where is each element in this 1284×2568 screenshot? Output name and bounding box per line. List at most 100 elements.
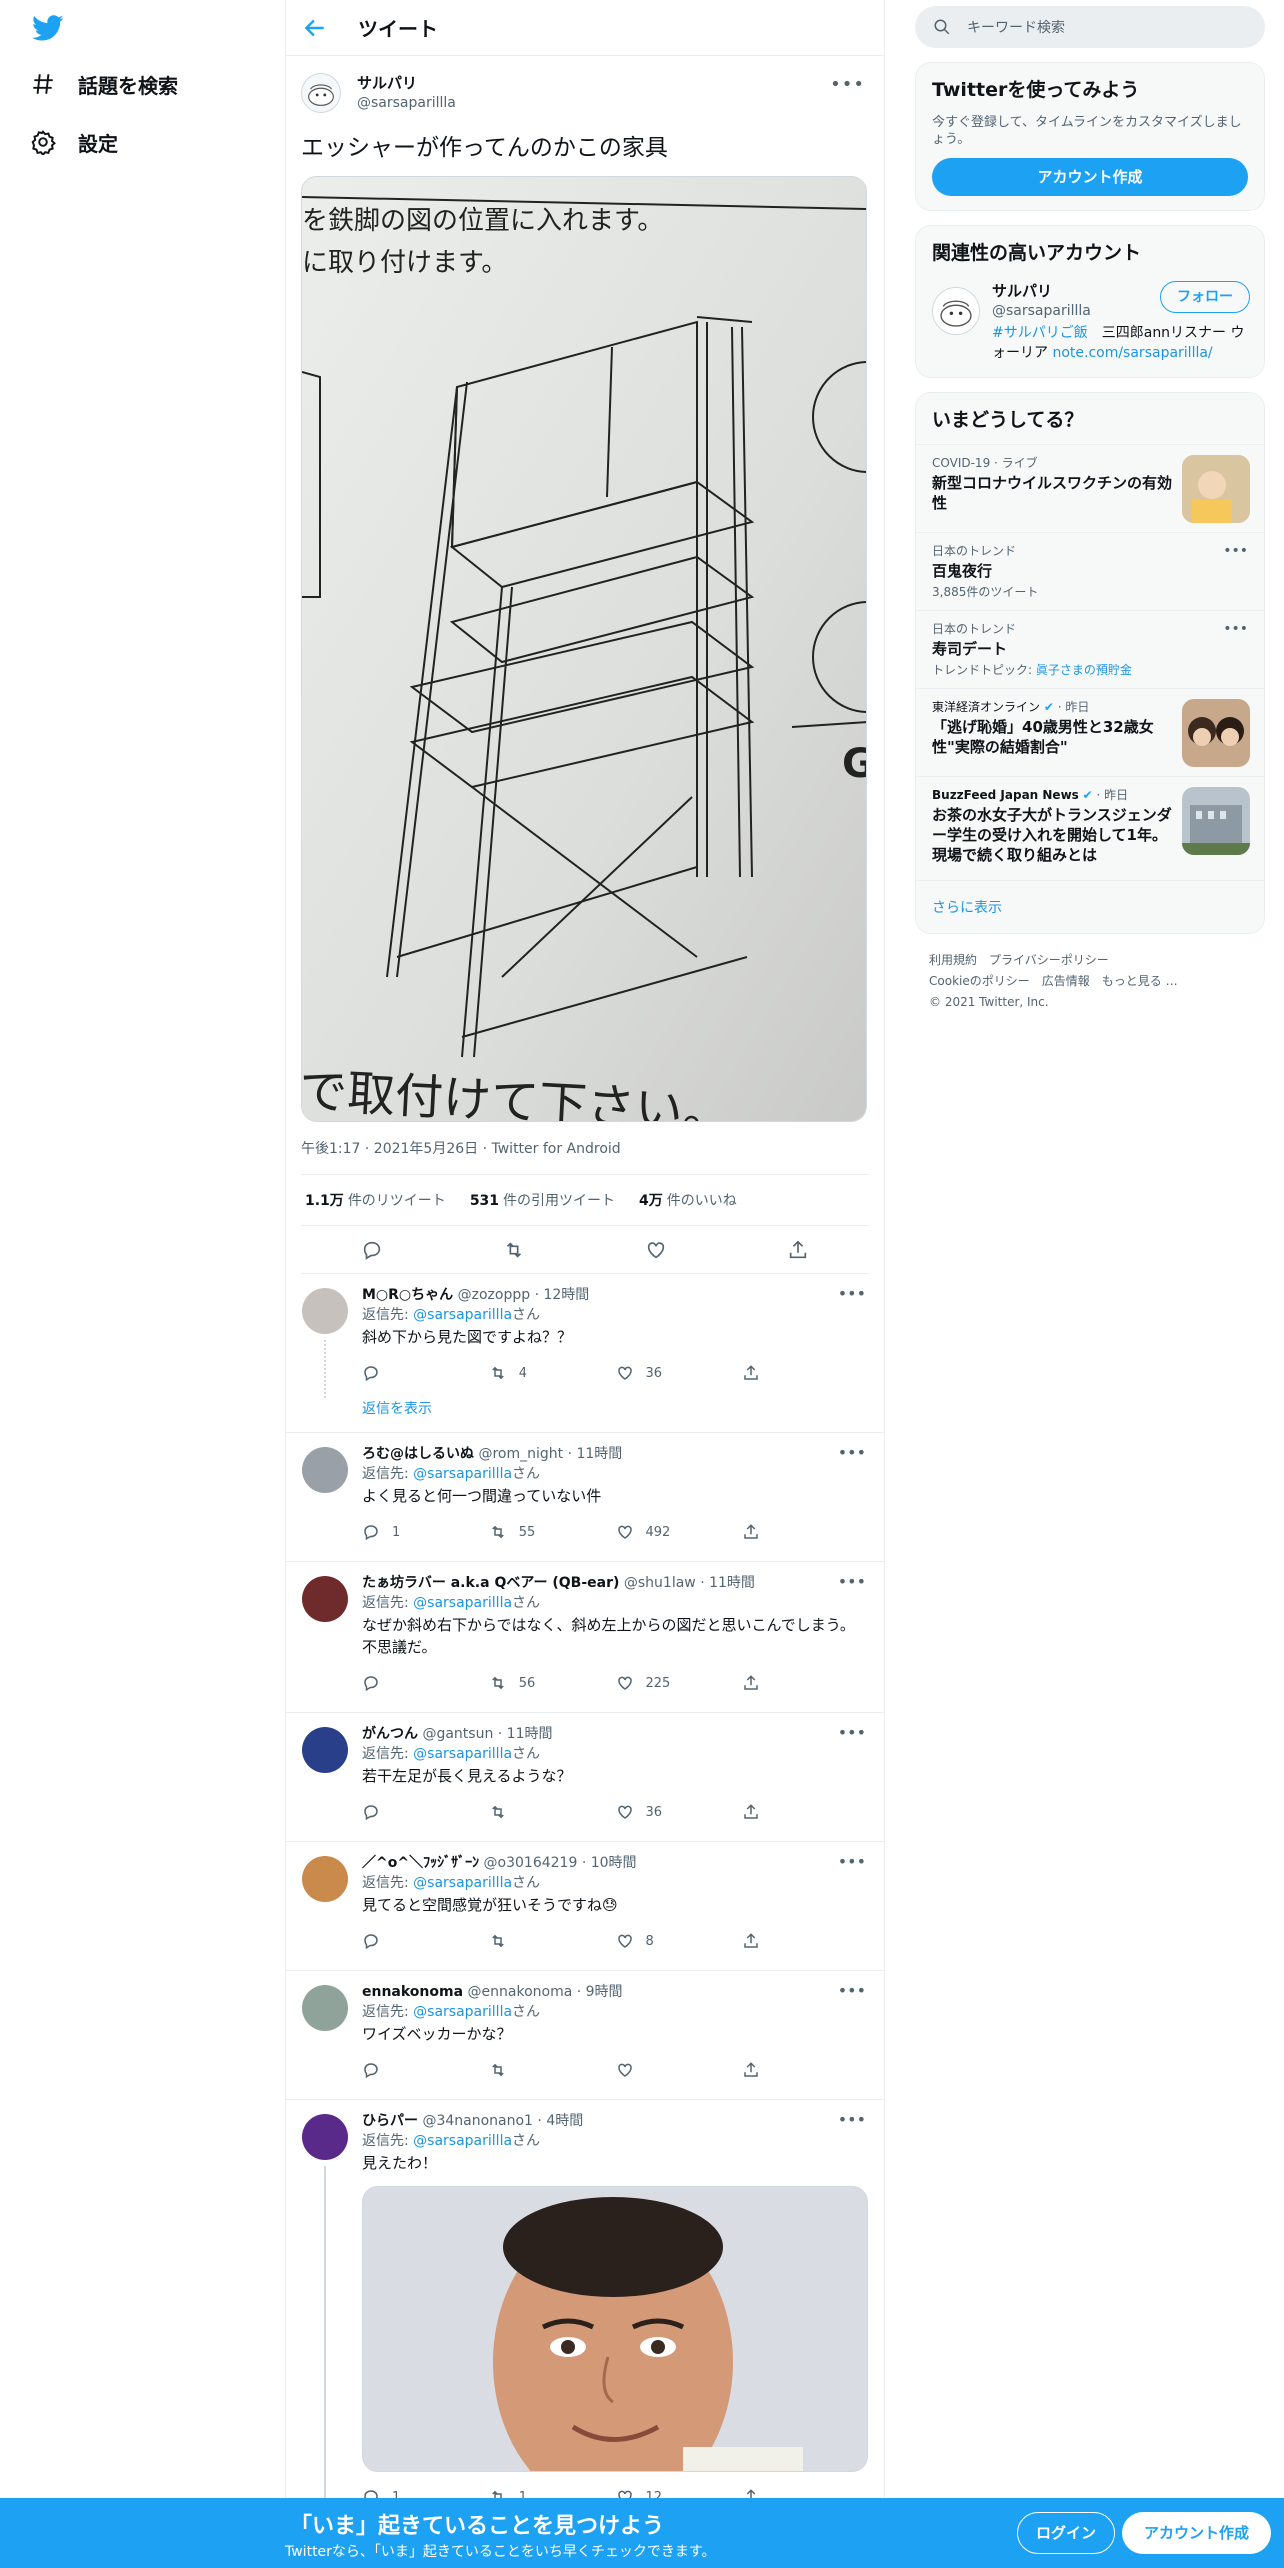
more-options-icon[interactable]: ••• <box>830 74 865 95</box>
like-button[interactable] <box>616 2061 743 2079</box>
reply-time[interactable]: · 12時間 <box>535 1287 590 1303</box>
trend-item[interactable]: COVID-19 · ライブ 新型コロナウイルスワクチンの有効性 <box>916 444 1264 532</box>
footer-link-more[interactable]: もっと見る … <box>1102 974 1178 988</box>
reply-author-handle[interactable]: @o30164219 <box>484 1855 578 1871</box>
reply-author-name[interactable]: がんつん <box>362 1726 418 1742</box>
quotes-stat[interactable]: 531 件の引用ツイート <box>470 1190 615 1210</box>
reply-author-name[interactable]: ろむ@はしるいぬ <box>362 1446 474 1462</box>
reply-author-handle[interactable]: @zozoppp <box>458 1287 531 1303</box>
share-button[interactable] <box>742 1523 869 1541</box>
like-button[interactable]: 492 <box>616 1523 743 1541</box>
reply-author-name[interactable]: ennakonoma <box>362 1984 463 2000</box>
reply-to-link[interactable]: @sarsaparillla <box>413 1875 512 1891</box>
related-bio-link[interactable]: note.com/sarsaparillla/ <box>1052 345 1212 361</box>
reply-author-handle[interactable]: @gantsun <box>422 1726 493 1742</box>
reply-item[interactable]: ろむ@はしるいぬ @rom_night · 11時間 返信先: @sarsapa… <box>286 1433 884 1562</box>
reply-icon[interactable] <box>361 1239 383 1261</box>
reply-time[interactable]: · 9時間 <box>577 1984 623 2000</box>
avatar[interactable] <box>302 1727 348 1773</box>
avatar[interactable] <box>302 2114 348 2160</box>
reply-author-name[interactable]: M○R○ちゃん <box>362 1287 453 1303</box>
avatar[interactable] <box>302 1576 348 1622</box>
reply-item[interactable]: がんつん @gantsun · 11時間 返信先: @sarsaparillla… <box>286 1713 884 1842</box>
more-options-icon[interactable]: ••• <box>838 1284 866 1303</box>
share-button[interactable] <box>742 1364 869 1382</box>
reply-author-name[interactable]: ひらパー <box>362 2113 418 2129</box>
retweets-stat[interactable]: 1.1万 件のリツイート <box>305 1190 446 1210</box>
reply-to-link[interactable]: @sarsaparillla <box>413 1307 512 1323</box>
reply-author-handle[interactable]: @rom_night <box>478 1446 563 1462</box>
reply-item[interactable]: ennakonoma @ennakonoma · 9時間 返信先: @sarsa… <box>286 1971 884 2100</box>
reply-author-handle[interactable]: @shu1law <box>624 1575 696 1591</box>
reply-author-handle[interactable]: @ennakonoma <box>468 1984 573 2000</box>
more-options-icon[interactable]: ••• <box>838 1723 866 1742</box>
trend-topic-link[interactable]: 眞子さまの預貯金 <box>1036 663 1132 677</box>
like-icon[interactable] <box>645 1239 667 1261</box>
related-bio-hashtag[interactable]: #サルパリご飯 <box>992 325 1088 341</box>
retweet-button[interactable] <box>489 1803 616 1821</box>
footer-link-cookies[interactable]: Cookieのポリシー <box>929 974 1030 988</box>
retweet-button[interactable]: 55 <box>489 1523 616 1541</box>
reply-button[interactable] <box>362 2061 489 2079</box>
reply-time[interactable]: · 11時間 <box>700 1575 755 1591</box>
share-button[interactable] <box>742 1932 869 1950</box>
retweet-button[interactable]: 4 <box>489 1364 616 1382</box>
more-options-icon[interactable]: ••• <box>838 2110 866 2129</box>
retweet-button[interactable]: 56 <box>489 1674 616 1692</box>
nav-explore[interactable]: 話題を検索 <box>30 58 178 110</box>
reply-button[interactable] <box>362 1674 489 1692</box>
retweet-icon[interactable] <box>503 1239 525 1261</box>
share-button[interactable] <box>742 1674 869 1692</box>
avatar[interactable] <box>301 73 341 113</box>
avatar[interactable] <box>302 1447 348 1493</box>
reply-to-link[interactable]: @sarsaparillla <box>413 2133 512 2149</box>
create-account-button[interactable]: アカウント作成 <box>932 158 1248 196</box>
follow-button[interactable]: フォロー <box>1160 281 1250 313</box>
reply-to-link[interactable]: @sarsaparillla <box>413 1595 512 1611</box>
reply-button[interactable]: 1 <box>362 1523 489 1541</box>
show-more-link[interactable]: さらに表示 <box>916 880 1264 933</box>
search-input[interactable]: キーワード検索 <box>915 6 1265 48</box>
related-account[interactable]: サルパリ @sarsaparillla #サルパリご飯 三四郎annリスナー ウ… <box>916 277 1264 377</box>
more-options-icon[interactable]: ••• <box>1223 621 1248 637</box>
reply-to-link[interactable]: @sarsaparillla <box>413 1746 512 1762</box>
more-options-icon[interactable]: ••• <box>1223 543 1248 559</box>
like-button[interactable]: 225 <box>616 1674 743 1692</box>
like-button[interactable]: 36 <box>616 1803 743 1821</box>
avatar[interactable] <box>302 1856 348 1902</box>
reply-image[interactable] <box>362 2186 868 2472</box>
reply-item[interactable]: M○R○ちゃん @zozoppp · 12時間 返信先: @sarsaparil… <box>286 1274 884 1433</box>
reply-item[interactable]: ／^o^＼ﾌｯｼﾞｻﾞｰﾝ @o30164219 · 10時間 返信先: @sa… <box>286 1842 884 1971</box>
footer-link-terms[interactable]: 利用規約 <box>929 953 977 967</box>
reply-button[interactable] <box>362 1364 489 1382</box>
avatar[interactable] <box>932 287 980 335</box>
share-icon[interactable] <box>787 1239 809 1261</box>
trend-item[interactable]: 東洋経済オンライン ✔ · 昨日 「逃げ恥婚」40歳男性と32歳女性"実際の結婚… <box>916 688 1264 776</box>
user-name[interactable]: サルパリ <box>357 73 456 93</box>
reply-time[interactable]: · 11時間 <box>498 1726 553 1742</box>
trend-item[interactable]: 日本のトレンド 百鬼夜行 3,885件のツイート ••• <box>916 532 1264 610</box>
signup-button[interactable]: アカウント作成 <box>1122 2512 1272 2554</box>
reply-time[interactable]: · 4時間 <box>537 2113 583 2129</box>
footer-link-ads[interactable]: 広告情報 <box>1042 974 1090 988</box>
like-button[interactable]: 36 <box>616 1364 743 1382</box>
trend-item[interactable]: 日本のトレンド 寿司デート トレンドトピック: 眞子さまの預貯金 ••• <box>916 610 1264 688</box>
retweet-button[interactable] <box>489 1932 616 1950</box>
twitter-logo-icon[interactable] <box>30 12 66 44</box>
reply-item[interactable]: たぁ坊ラバー a.k.a Qベアー (QB-ear) @shu1law · 11… <box>286 1562 884 1713</box>
more-options-icon[interactable]: ••• <box>838 1852 866 1871</box>
tweet-image[interactable]: を鉄脚の図の位置に入れます。 に取り付けます。 で取付けて下さい。 <box>301 176 867 1122</box>
reply-button[interactable] <box>362 1803 489 1821</box>
login-button[interactable]: ログイン <box>1017 2512 1116 2554</box>
reply-to-link[interactable]: @sarsaparillla <box>413 1466 512 1482</box>
share-button[interactable] <box>742 1803 869 1821</box>
more-options-icon[interactable]: ••• <box>838 1443 866 1462</box>
nav-settings[interactable]: 設定 <box>30 116 118 168</box>
back-arrow-icon[interactable] <box>302 15 328 41</box>
footer-link-privacy[interactable]: プライバシーポリシー <box>989 953 1109 967</box>
reply-author-name[interactable]: ／^o^＼ﾌｯｼﾞｻﾞｰﾝ <box>362 1855 479 1871</box>
more-options-icon[interactable]: ••• <box>838 1981 866 2000</box>
more-options-icon[interactable]: ••• <box>838 1572 866 1591</box>
like-button[interactable]: 8 <box>616 1932 743 1950</box>
reply-to-link[interactable]: @sarsaparillla <box>413 2004 512 2020</box>
